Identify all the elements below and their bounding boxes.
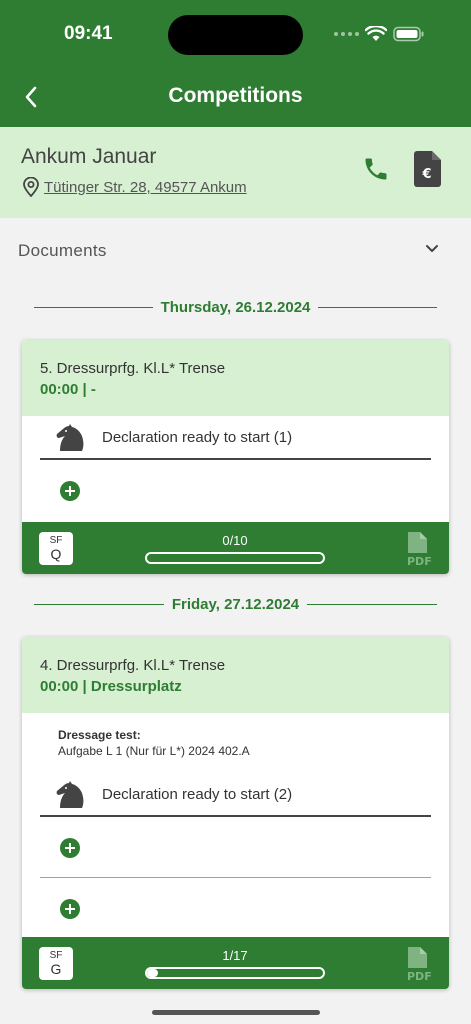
add-entry-button[interactable] — [60, 481, 80, 501]
date-separator: Friday, 27.12.2024 — [34, 594, 437, 614]
sf-badge[interactable]: SF G — [39, 947, 73, 980]
competition-title: 5. Dressurprfg. Kl.L* Trense — [40, 360, 226, 377]
progress-label: 1/17 — [222, 948, 248, 963]
phone-icon — [365, 158, 387, 180]
date-separator: Thursday, 26.12.2024 — [34, 297, 437, 317]
dressage-test-label: Dressage test: — [58, 728, 141, 742]
add-entry-row — [22, 878, 449, 938]
horse-head-icon — [56, 424, 84, 451]
event-address-text: Tütinger Str. 28, 49577 Ankum — [44, 178, 247, 196]
battery-icon — [393, 26, 424, 42]
progress-bar — [145, 552, 325, 564]
progress-fill — [147, 969, 158, 977]
status-time: 09:41 — [64, 23, 113, 44]
signal-icon — [334, 32, 359, 36]
declaration-row[interactable]: Declaration ready to start (1) — [40, 416, 431, 460]
invoice-button[interactable]: € — [413, 150, 443, 188]
event-name: Ankum Januar — [21, 145, 157, 168]
badge-bottom: Q — [50, 546, 62, 562]
wifi-icon — [365, 26, 387, 41]
pdf-label: PDF — [407, 970, 432, 982]
competition-time-place: 00:00 | Dressurplatz — [40, 678, 182, 695]
chevron-down-icon — [426, 245, 438, 252]
location-pin-icon — [23, 177, 39, 197]
dynamic-island — [168, 15, 303, 55]
progress-label: 0/10 — [222, 533, 248, 548]
add-entry-button[interactable] — [60, 838, 80, 858]
horse-head-icon — [56, 781, 84, 808]
badge-bottom: G — [50, 961, 62, 977]
documents-accordion[interactable]: Documents — [0, 232, 471, 268]
call-button[interactable] — [360, 152, 392, 186]
invoice-euro-icon: € — [414, 151, 441, 187]
event-address-link[interactable]: Tütinger Str. 28, 49577 Ankum — [22, 177, 247, 197]
pdf-button[interactable]: PDF — [406, 531, 438, 568]
date-label: Thursday, 26.12.2024 — [160, 298, 311, 316]
date-label: Friday, 27.12.2024 — [171, 595, 300, 613]
sf-badge[interactable]: SF Q — [39, 532, 73, 565]
dressage-test-value: Aufgabe L 1 (Nur für L*) 2024 402.A — [58, 744, 250, 758]
declaration-text: Declaration ready to start (1) — [102, 429, 293, 446]
competition-card-header[interactable]: 4. Dressurprfg. Kl.L* Trense 00:00 | Dre… — [22, 637, 449, 713]
competition-card-header[interactable]: 5. Dressurprfg. Kl.L* Trense 00:00 | - — [22, 340, 449, 416]
app-header: 09:41 Competitions — [0, 0, 471, 127]
competition-title: 4. Dressurprfg. Kl.L* Trense — [40, 657, 226, 674]
badge-top: SF — [49, 950, 63, 961]
home-indicator — [152, 1010, 320, 1015]
pdf-button[interactable]: PDF — [406, 946, 438, 983]
progress-bar — [145, 967, 325, 979]
status-icons — [334, 26, 425, 42]
add-entry-row — [22, 817, 449, 877]
declaration-text: Declaration ready to start (2) — [102, 786, 293, 803]
event-panel — [0, 127, 471, 218]
declaration-row[interactable]: Declaration ready to start (2) — [40, 773, 431, 817]
badge-top: SF — [49, 535, 63, 546]
competition-card: 4. Dressurprfg. Kl.L* Trense 00:00 | Dre… — [22, 637, 449, 989]
add-entry-row — [22, 460, 449, 520]
add-entry-button[interactable] — [60, 899, 80, 919]
svg-text:€: € — [421, 167, 431, 182]
competition-card-footer: SF G 1/17 PDF — [22, 937, 449, 989]
dressage-test-info: Dressage test: Aufgabe L 1 (Nur für L*) … — [22, 713, 449, 773]
documents-label: Documents — [18, 241, 107, 260]
pdf-icon: PDF — [407, 947, 432, 983]
pdf-icon: PDF — [407, 532, 432, 568]
competition-time-place: 00:00 | - — [40, 381, 96, 398]
pdf-label: PDF — [407, 555, 432, 567]
competition-card-footer: SF Q 0/10 PDF — [22, 522, 449, 574]
competition-card: 5. Dressurprfg. Kl.L* Trense 00:00 | - D… — [22, 340, 449, 574]
page-title: Competitions — [168, 84, 303, 107]
